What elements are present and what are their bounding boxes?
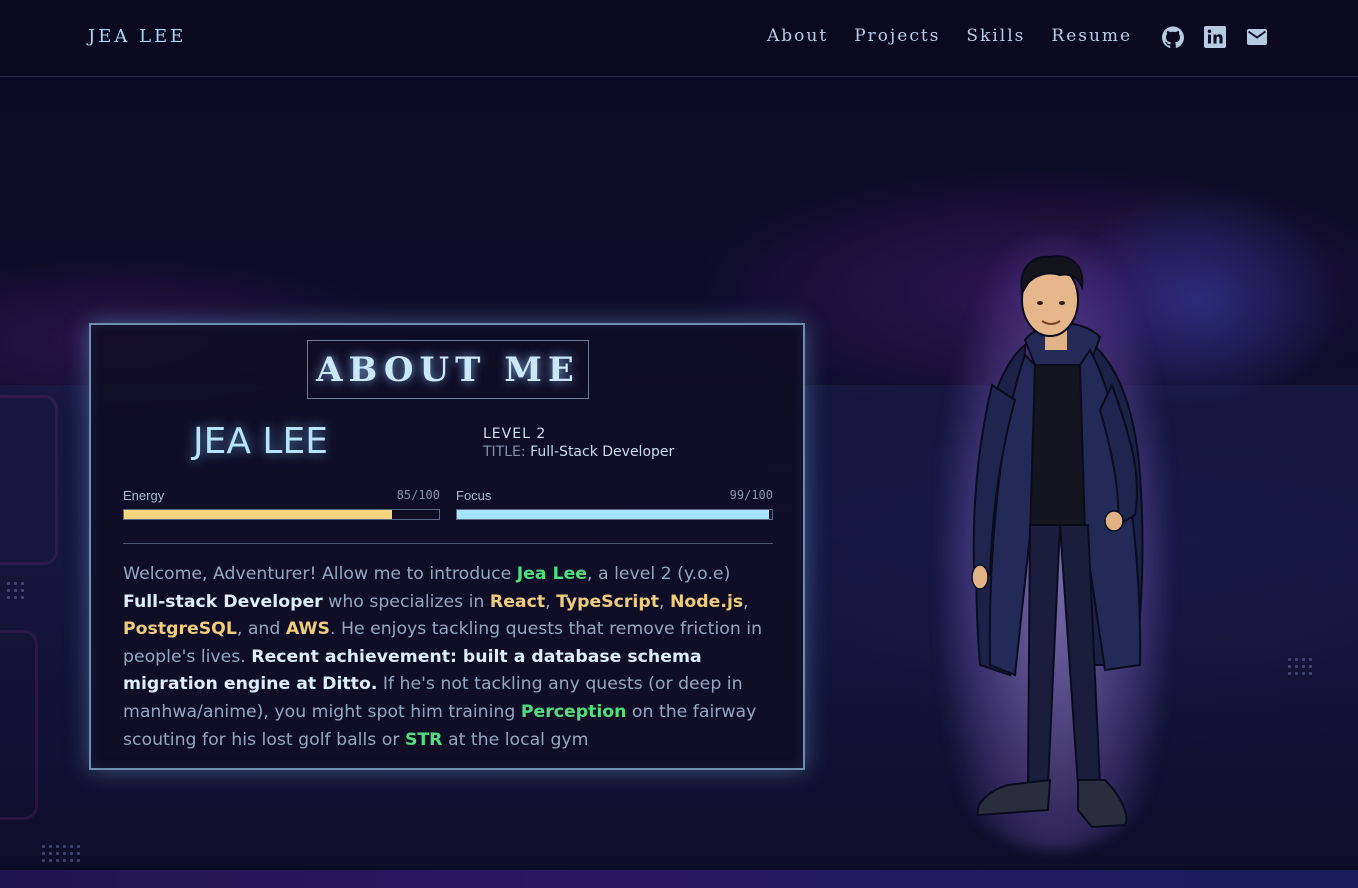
nav-links: About Projects Skills Resume xyxy=(767,26,1132,46)
focus-bar xyxy=(456,509,773,520)
bio-segment: Full-stack Developer xyxy=(123,591,323,612)
background-dots xyxy=(1286,656,1316,678)
bio-segment: Jea Lee xyxy=(516,564,588,584)
bio-segment: who specializes in xyxy=(322,591,490,612)
about-card: ABOUT ME JEA LEE LEVEL 2 TITLE: Full-Sta… xyxy=(89,323,805,770)
bio-segment: , xyxy=(743,591,749,612)
bio-segment: TypeScript xyxy=(556,591,659,612)
focus-bar-fill xyxy=(457,510,769,519)
bio-paragraph: Welcome, Adventurer! Allow me to introdu… xyxy=(123,561,773,754)
character-illustration xyxy=(971,255,1144,829)
background-bottom-strip xyxy=(0,870,1358,888)
character-level: LEVEL 2 xyxy=(483,426,547,442)
energy-bar-fill xyxy=(124,510,392,519)
bio-segment: AWS xyxy=(285,619,330,640)
focus-value: 99/100 xyxy=(729,488,773,502)
bio-segment: React xyxy=(489,591,546,612)
background-dots xyxy=(5,580,27,602)
nav-link-skills[interactable]: Skills xyxy=(966,26,1025,46)
card-divider xyxy=(123,543,773,544)
bio-segment: , xyxy=(545,591,557,612)
focus-label: Focus xyxy=(456,488,492,503)
energy-bar xyxy=(123,509,440,520)
bio-segment: Perception xyxy=(520,701,627,722)
nav-link-projects[interactable]: Projects xyxy=(854,26,940,46)
about-heading-frame: ABOUT ME xyxy=(307,340,589,399)
focus-stat: Focus 99/100 xyxy=(456,488,773,520)
character-title: TITLE: Full-Stack Developer xyxy=(483,444,674,460)
background-dots xyxy=(40,843,82,865)
title-label: TITLE: xyxy=(483,444,526,460)
energy-value: 85/100 xyxy=(396,488,440,502)
energy-label: Energy xyxy=(123,488,165,503)
linkedin-icon[interactable] xyxy=(1204,25,1226,49)
bio-segment: , a level 2 (y.o.e) xyxy=(587,564,731,584)
bio-segment: STR xyxy=(404,729,443,750)
bio-segment: Welcome, Adventurer! Allow me to introdu… xyxy=(123,564,517,584)
bio-segment: at the local gym xyxy=(442,729,589,750)
character-avatar xyxy=(930,225,1180,855)
social-icons xyxy=(1162,25,1268,49)
mail-icon[interactable] xyxy=(1246,25,1268,49)
background-frame xyxy=(0,630,38,820)
github-icon[interactable] xyxy=(1162,25,1184,49)
brand-logo[interactable]: JEA LEE xyxy=(88,26,186,47)
bio-segment: Node.js xyxy=(669,591,744,612)
title-value: Full-Stack Developer xyxy=(530,444,675,460)
bio-segment: PostgreSQL xyxy=(123,619,237,640)
about-heading: ABOUT ME xyxy=(316,349,580,390)
character-name: JEA LEE xyxy=(193,421,328,462)
background-frame xyxy=(0,395,58,565)
bio-segment: , and xyxy=(236,619,286,640)
nav-link-about[interactable]: About xyxy=(767,26,828,46)
energy-stat: Energy 85/100 xyxy=(123,488,440,520)
top-nav: JEA LEE About Projects Skills Resume xyxy=(0,0,1358,77)
nav-link-resume[interactable]: Resume xyxy=(1051,26,1132,46)
bio-segment: , xyxy=(658,591,670,612)
